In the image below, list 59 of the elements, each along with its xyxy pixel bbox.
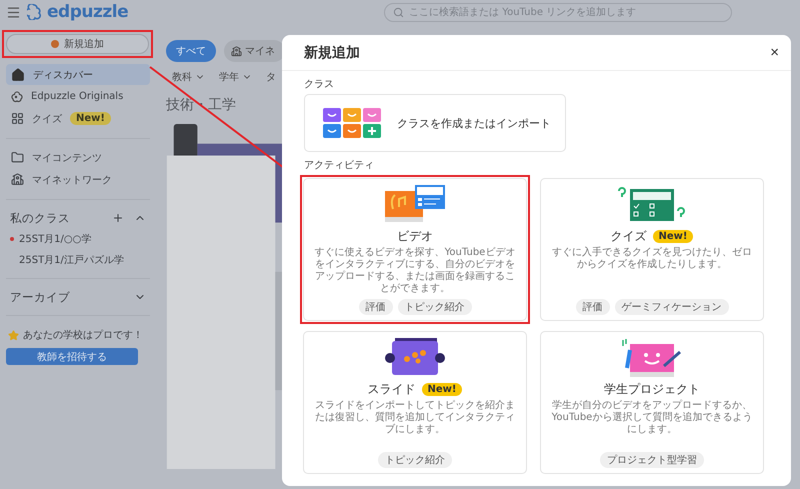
activity-card[interactable]: ビデオ すぐに使えるビデオを探す、YouTubeビデオをインタラクティブにする、自分のビデオをアップロードする、または画面を録画することができます。 評価 トピック紹介: [303, 178, 527, 321]
tag: ゲーミフィケーション: [614, 299, 728, 315]
card-description: スライドをインポートしてトピックを紹介または復習し、質問を追加してインタラクティブにします。: [314, 400, 516, 437]
filter-dropdown[interactable]: 学年: [219, 70, 252, 84]
class-card[interactable]: クラスを作成またはインポート: [304, 94, 566, 152]
nav-item[interactable]: クイズ New!: [6, 108, 150, 129]
section-label: アクティビティ: [304, 159, 375, 172]
new-badge: New!: [70, 112, 111, 125]
filter-pill[interactable]: マイネ: [224, 40, 285, 62]
card-title: 学生プロジェクト: [604, 381, 700, 398]
card-title: ビデオ: [397, 228, 433, 245]
section-label: クラス: [304, 78, 335, 91]
logo-text: edpuzzle: [47, 2, 128, 22]
close-button[interactable]: ×: [770, 44, 779, 61]
filter-dropdown[interactable]: 教科: [172, 70, 205, 84]
new-badge: New!: [422, 383, 462, 396]
nav-item[interactable]: マイコンテンツ: [6, 147, 150, 168]
class-item[interactable]: 25ST月1/江戸パズル学: [6, 249, 150, 270]
card-description: すぐに使えるビデオを探す、YouTubeビデオをインタラクティブにする、自分のビデオをアップロードする、または画面を録画することができます。: [314, 247, 516, 296]
new-button[interactable]: 新規追加: [6, 34, 149, 54]
class-item[interactable]: 25ST月1/○○学: [6, 228, 150, 249]
filter-dropdown[interactable]: タ: [266, 70, 276, 84]
nav-item[interactable]: ディスカバー: [6, 64, 150, 85]
activity-card[interactable]: 学生プロジェクト 学生が自分のビデオをアップロードするか、YouTubeから選択して質問を追加できるようにします。 プロジェクト型学習: [540, 331, 764, 474]
menu-icon[interactable]: [6, 4, 21, 20]
tag: トピック紹介: [398, 299, 472, 315]
folder-icon: [11, 151, 24, 164]
section-title: アーカイブ: [10, 290, 70, 304]
tag: 評価: [358, 299, 392, 315]
card-title: スライド: [368, 381, 416, 398]
home-icon: [11, 68, 25, 82]
tag: トピック紹介: [378, 452, 452, 468]
card-description: 学生が自分のビデオをアップロードするか、YouTubeから選択して質問を追加できるようにします。: [550, 400, 754, 437]
invite-button[interactable]: 教師を招待する: [6, 348, 138, 365]
puzzle-icon: [11, 90, 23, 102]
search-icon: [393, 6, 404, 18]
add-icon[interactable]: [112, 212, 124, 224]
school-icon: [231, 46, 242, 56]
grid-icon: [11, 112, 24, 125]
promo-text: あなたの学校はプロです！: [23, 328, 143, 342]
tag: 評価: [576, 299, 610, 315]
school-icon: [11, 173, 24, 186]
section-title: 私のクラス: [10, 210, 70, 226]
card-title: クイズ: [610, 228, 647, 245]
project-drawing: [620, 338, 684, 378]
card-description: すぐに入手できるクイズを見つけたり、ゼロからクイズを作成したりします。: [551, 247, 753, 272]
class-tiles-icon: [323, 108, 383, 138]
activity-card[interactable]: スライド New! スライドをインポートしてトピックを紹介または復習し、質問を追加してインタラクティブにします。 トピック紹介: [303, 331, 527, 474]
nav-item[interactable]: マイネットワーク: [6, 169, 150, 190]
logo-icon: [27, 4, 41, 20]
slides-drawing: [385, 338, 445, 378]
dialog-title: 新規追加: [304, 44, 360, 62]
star-icon: [8, 330, 19, 340]
filter-pill[interactable]: すべて: [166, 40, 216, 62]
video-quiz-drawing: [385, 185, 445, 225]
tag: プロジェクト型学習: [600, 452, 704, 468]
new-badge: New!: [652, 230, 694, 243]
nav-item[interactable]: Edpuzzle Originals: [6, 86, 150, 107]
activity-card[interactable]: クイズ New! すぐに入手できるクイズを見つけたり、ゼロからクイズを作成したりします。 評価 ゲーミフィケーション: [540, 178, 764, 321]
